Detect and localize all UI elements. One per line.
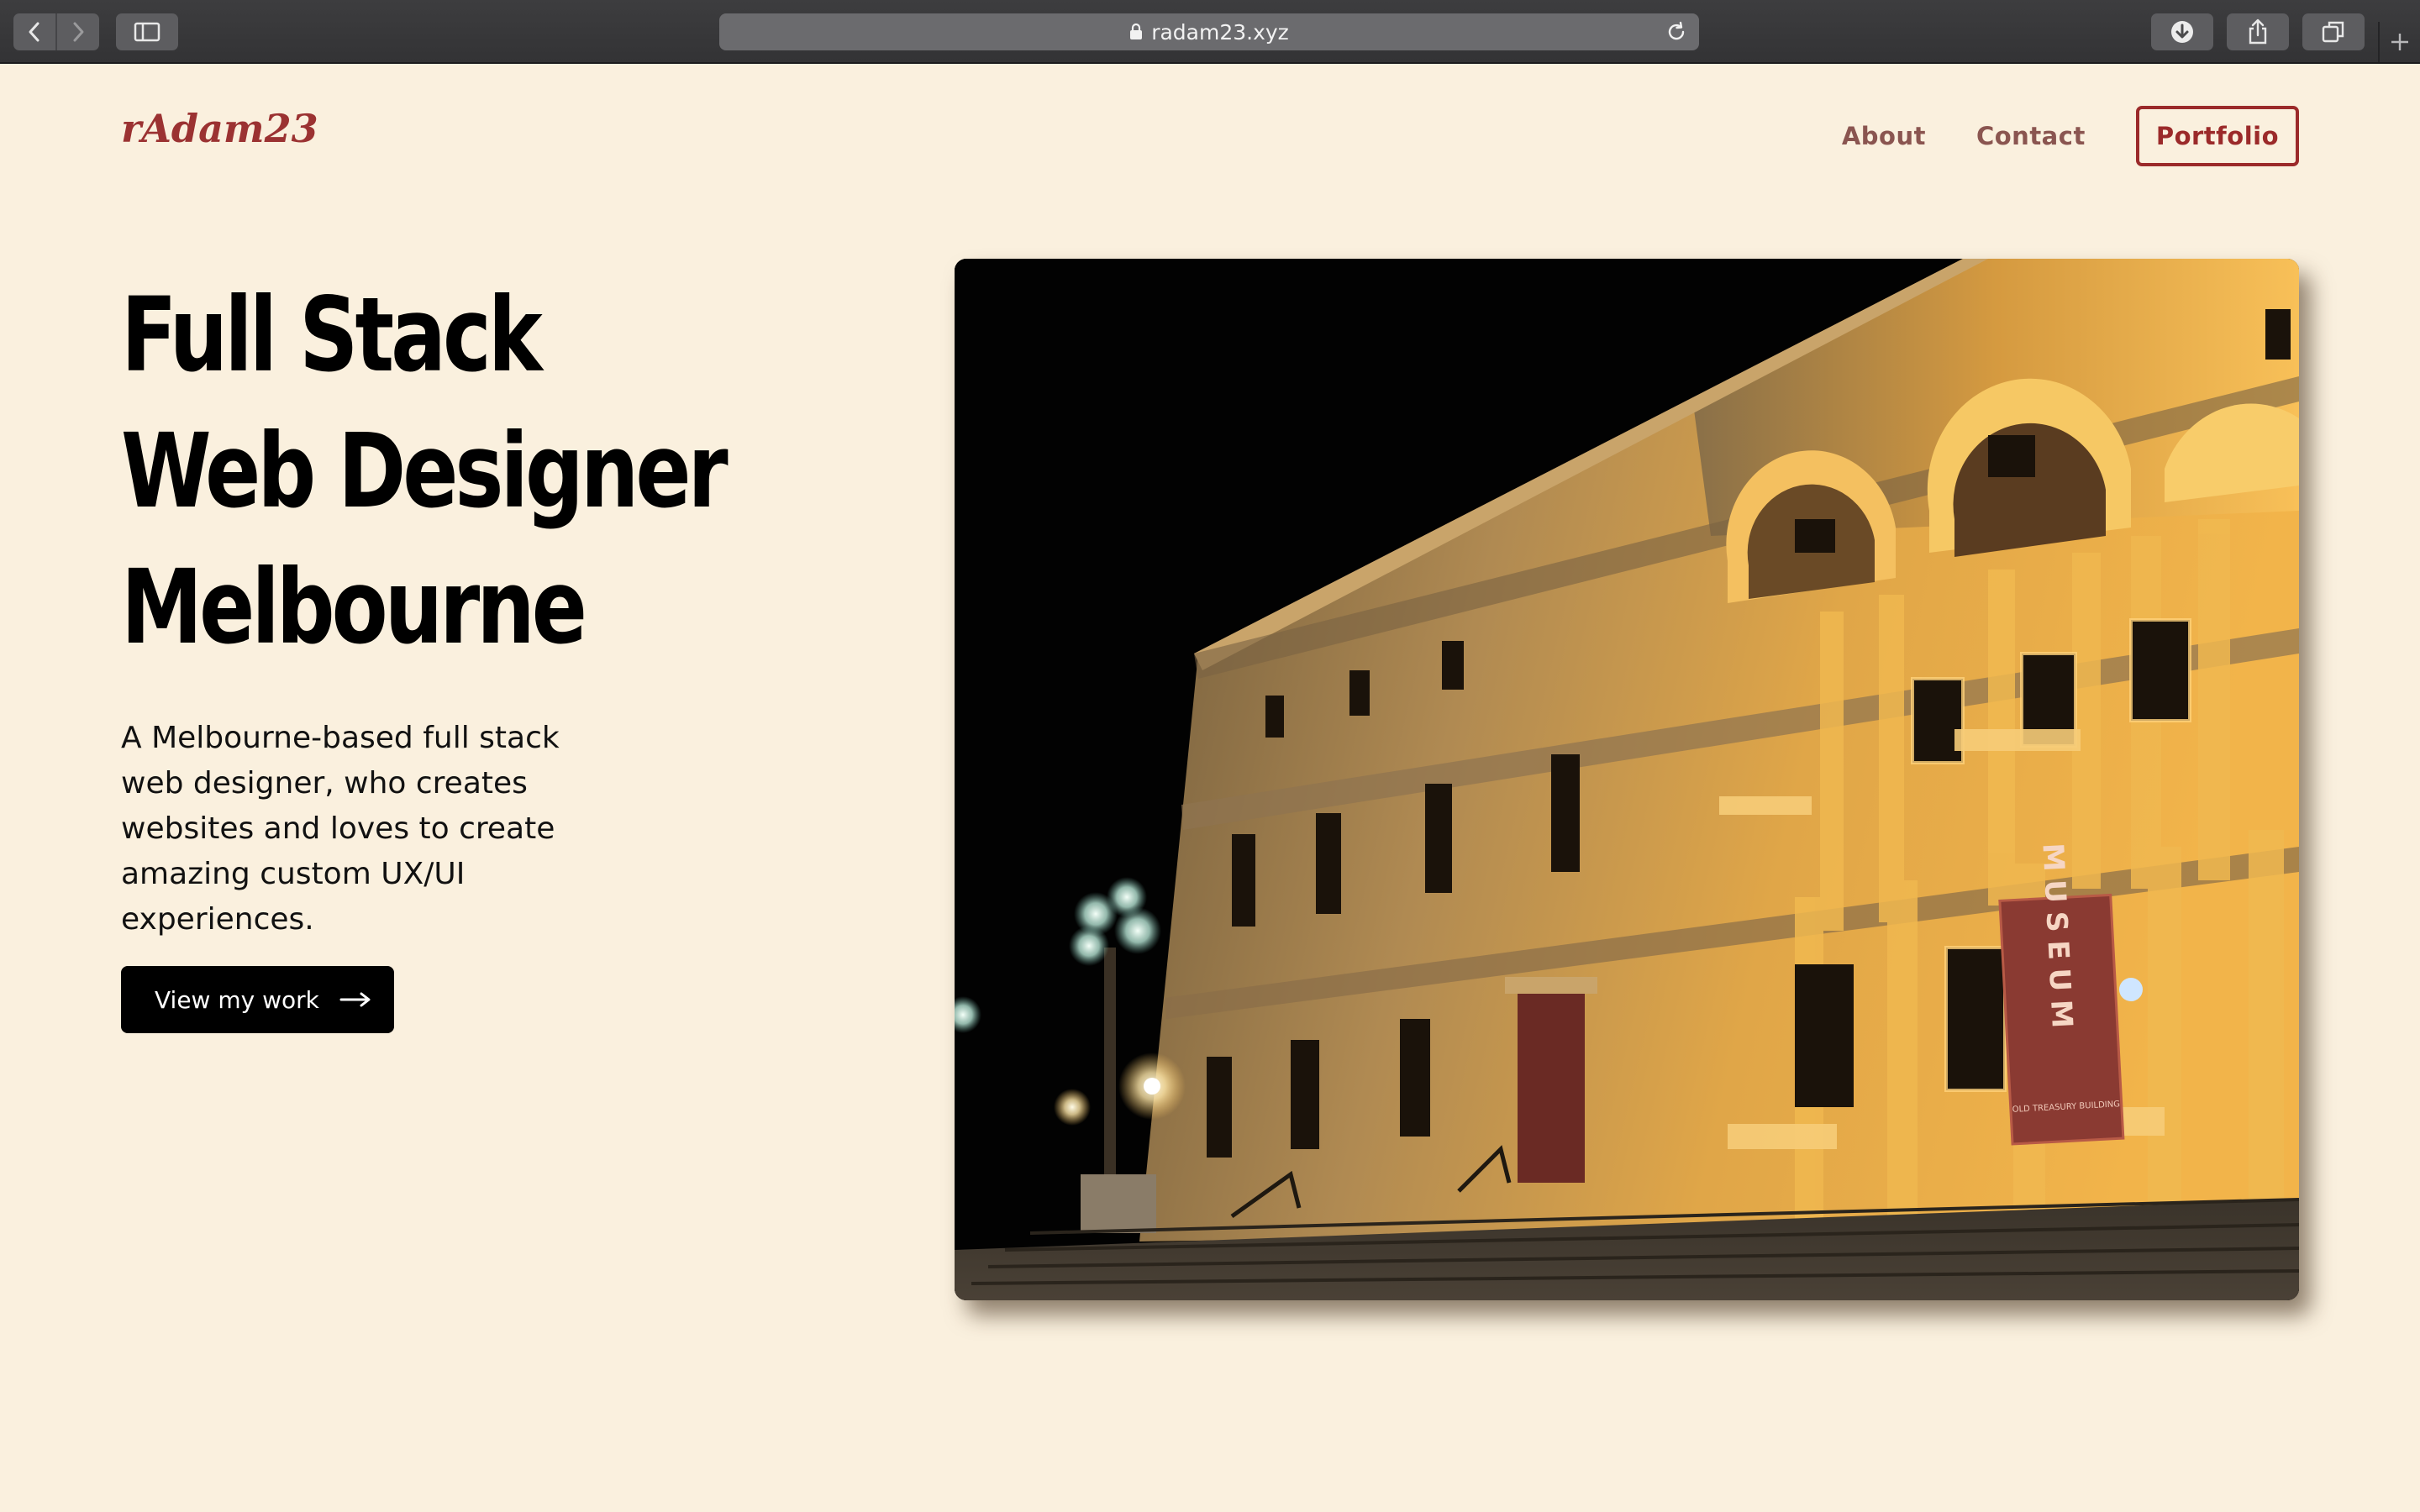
history-nav-group (13, 13, 99, 50)
arrow-right-icon (339, 992, 371, 1007)
chevron-left-icon (29, 22, 39, 42)
cta-label: View my work (155, 985, 319, 1014)
nav-link-contact[interactable]: Contact (1976, 122, 2086, 150)
view-my-work-button[interactable]: View my work (121, 966, 394, 1033)
nav-link-about[interactable]: About (1842, 122, 1926, 150)
hero-title-line: Full Stack (121, 276, 543, 395)
hero-title-line: Melbourne (121, 548, 587, 667)
address-bar[interactable]: radam23.xyz (719, 13, 1699, 50)
download-icon (2171, 21, 2193, 43)
museum-facade-illustration: MUSEUM OLD TREASURY BUILDING (955, 259, 2299, 1300)
lock-icon (1129, 23, 1143, 41)
forward-button[interactable] (55, 13, 99, 50)
hero-description: A Melbourne-based full stack web designe… (121, 721, 560, 937)
hero-title-line: Web Designer (121, 412, 729, 531)
reload-icon[interactable] (1665, 21, 1687, 48)
sidebar-toggle-button[interactable] (116, 13, 178, 50)
nav-button-portfolio[interactable]: Portfolio (2135, 106, 2299, 166)
tab-overview-button[interactable] (2302, 13, 2365, 50)
share-icon (2249, 18, 2267, 45)
hero-title: Full Stack Web Designer Melbourne (121, 267, 729, 675)
browser-toolbar: radam23.xyz (0, 0, 2420, 64)
site-logo[interactable]: rAdam23 (121, 106, 318, 151)
plus-icon (2391, 34, 2408, 50)
url-text: radam23.xyz (1151, 19, 1289, 45)
tabs-icon (2322, 21, 2344, 43)
new-tab-button[interactable] (2378, 22, 2420, 62)
hero-photo: MUSEUM OLD TREASURY BUILDING (955, 259, 2299, 1300)
back-button[interactable] (13, 13, 55, 50)
downloads-button[interactable] (2151, 13, 2213, 50)
site-nav: About Contact Portfolio (1791, 106, 2299, 166)
share-button[interactable] (2227, 13, 2289, 50)
sidebar-icon (134, 22, 160, 42)
chevron-right-icon (73, 22, 84, 42)
